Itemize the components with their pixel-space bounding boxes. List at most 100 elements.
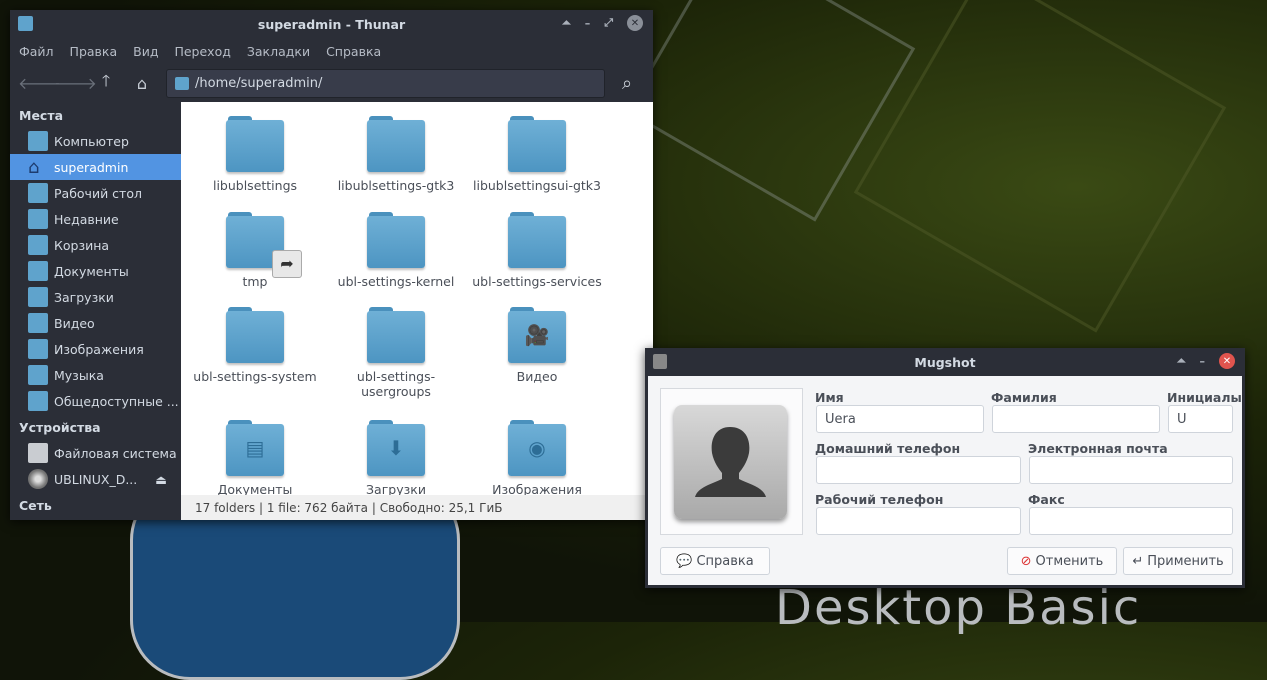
folder-item[interactable]: ubl-settings-services — [467, 210, 607, 289]
user-silhouette-icon — [695, 427, 766, 497]
minimize-button[interactable]: – — [1200, 355, 1206, 368]
search-button[interactable]: ⌕ — [609, 73, 645, 94]
folder-icon: ▤ — [226, 418, 284, 476]
sidebar-item[interactable]: Файловая система — [10, 440, 181, 466]
close-button[interactable]: ✕ — [627, 15, 643, 31]
folder-name: ubl-settings-kernel — [337, 274, 455, 289]
document-emblem-icon: ▤ — [245, 436, 265, 460]
folder-item[interactable]: ⬇ Загрузки — [326, 418, 466, 495]
folder-home-icon — [18, 16, 33, 31]
sidebar-item[interactable]: UBLINUX_D... ⏏ — [10, 466, 181, 492]
folder-name: ubl-settings-usergroups — [356, 369, 436, 399]
home-icon: ⌂ — [28, 157, 40, 178]
sidebar-item[interactable]: Музыка — [10, 362, 181, 388]
folder-name: libublsettings-gtk3 — [337, 178, 455, 193]
folder-icon — [28, 287, 48, 307]
close-button[interactable]: ✕ — [1219, 353, 1235, 369]
home-phone-field[interactable] — [816, 456, 1021, 484]
folder-item[interactable]: ◉ Изображения — [467, 418, 607, 495]
drive-icon — [28, 443, 48, 463]
folder-item[interactable]: libublsettings — [185, 114, 325, 193]
folder-icon — [28, 313, 48, 333]
sidebar-item[interactable]: Недавние — [10, 206, 181, 232]
eject-icon[interactable]: ⏏ — [155, 472, 167, 487]
folder-item[interactable]: ➦ tmp — [185, 210, 325, 289]
help-label: Справка — [696, 553, 754, 569]
sidebar-item[interactable]: Компьютер — [10, 128, 181, 154]
folder-icon — [367, 305, 425, 363]
cancel-label: Отменить — [1035, 553, 1104, 569]
shade-button[interactable]: ⏶ — [1177, 354, 1186, 368]
up-button[interactable]: 🡑 — [90, 70, 122, 97]
places-header: Места — [19, 108, 64, 123]
folder-icon — [226, 305, 284, 363]
folder-icon — [28, 365, 48, 385]
folder-icon — [367, 114, 425, 172]
folder-name: Загрузки — [366, 482, 426, 495]
folder-item[interactable]: ▤ Документы — [185, 418, 325, 495]
sidebar-item[interactable]: Загрузки — [10, 284, 181, 310]
window-title: Mugshot — [914, 354, 976, 370]
folder-item[interactable]: ubl-settings-usergroups — [326, 305, 466, 399]
fax-field[interactable] — [1029, 507, 1233, 535]
email-field[interactable] — [1029, 456, 1233, 484]
toolbar: 🡐 🡒 🡑 ⌂ /home/superadmin/ ⌕ — [10, 64, 653, 102]
sidebar-item-label: Видео — [54, 315, 95, 331]
sidebar-item[interactable]: Документы — [10, 258, 181, 284]
menu-item[interactable]: Переход — [174, 44, 230, 59]
folder-item[interactable]: ubl-settings-system — [185, 305, 325, 384]
user-photo-button[interactable] — [660, 388, 803, 535]
home-button[interactable]: ⌂ — [126, 74, 158, 93]
title-bar[interactable]: Mugshot ⏶ – ✕ — [645, 348, 1245, 376]
sidebar-item[interactable]: Общедоступные ... — [10, 388, 181, 414]
disc-icon — [28, 469, 48, 489]
cancel-button[interactable]: ⊘ Отменить — [1007, 547, 1117, 575]
menu-item[interactable]: Справка — [326, 44, 381, 59]
sidebar-item[interactable]: Видео — [10, 310, 181, 336]
sidebar-item-label: Музыка — [54, 367, 104, 383]
folder-item[interactable]: 🎥 Видео — [467, 305, 607, 384]
shade-button[interactable]: ⏶ — [562, 16, 571, 30]
folder-icon — [508, 114, 566, 172]
trash-icon — [28, 235, 48, 255]
desktop-icon — [28, 183, 48, 203]
first-name-field[interactable]: Uera — [816, 405, 984, 433]
sidebar: Места Компьютер ⌂ superadmin Рабочий стол Нед… — [10, 102, 181, 520]
title-bar[interactable]: superadmin - Thunar ⏶ – ⤢ ✕ — [10, 10, 653, 38]
forward-button[interactable]: 🡒 — [54, 73, 97, 93]
initials-field[interactable]: U — [1168, 405, 1233, 433]
menu-item[interactable]: Файл — [19, 44, 54, 59]
folder-name: ubl-settings-system — [193, 369, 317, 384]
location-bar[interactable]: /home/superadmin/ — [166, 68, 605, 98]
back-button[interactable]: 🡐 — [18, 73, 61, 93]
download-emblem-icon: ⬇ — [387, 436, 405, 460]
sidebar-item-label: Общедоступные ... — [54, 393, 179, 409]
first-name-label: Имя — [815, 390, 844, 405]
folder-item[interactable]: libublsettingsui-gtk3 — [467, 114, 607, 193]
menu-item[interactable]: Правка — [70, 44, 118, 59]
apply-button[interactable]: ↵ Применить — [1123, 547, 1233, 575]
folder-icon — [28, 261, 48, 281]
folder-icon: 🎥 — [508, 305, 566, 363]
sidebar-item[interactable]: ⌂ superadmin — [10, 154, 181, 180]
sidebar-item[interactable]: Корзина — [10, 232, 181, 258]
sidebar-item[interactable]: Изображения — [10, 336, 181, 362]
last-name-field[interactable] — [992, 405, 1160, 433]
menu-item[interactable]: Закладки — [247, 44, 310, 59]
folder-name: tmp — [242, 274, 268, 289]
sidebar-item[interactable]: Рабочий стол — [10, 180, 181, 206]
folder-item[interactable]: libublsettings-gtk3 — [326, 114, 466, 193]
work-phone-field[interactable] — [816, 507, 1021, 535]
help-button[interactable]: 💬 Справка — [660, 547, 770, 575]
maximize-button[interactable]: ⤢ — [604, 16, 613, 30]
email-label: Электронная почта — [1028, 441, 1168, 456]
sidebar-item-label: Рабочий стол — [54, 185, 142, 201]
sidebar-item-label: Изображения — [54, 341, 144, 357]
menu-item[interactable]: Вид — [133, 44, 158, 59]
fax-label: Факс — [1028, 492, 1065, 507]
work-phone-label: Рабочий телефон — [815, 492, 944, 507]
help-icon: 💬 — [676, 553, 693, 569]
minimize-button[interactable]: – — [585, 17, 591, 30]
folder-item[interactable]: ubl-settings-kernel — [326, 210, 466, 289]
location-path: /home/superadmin/ — [195, 75, 323, 91]
